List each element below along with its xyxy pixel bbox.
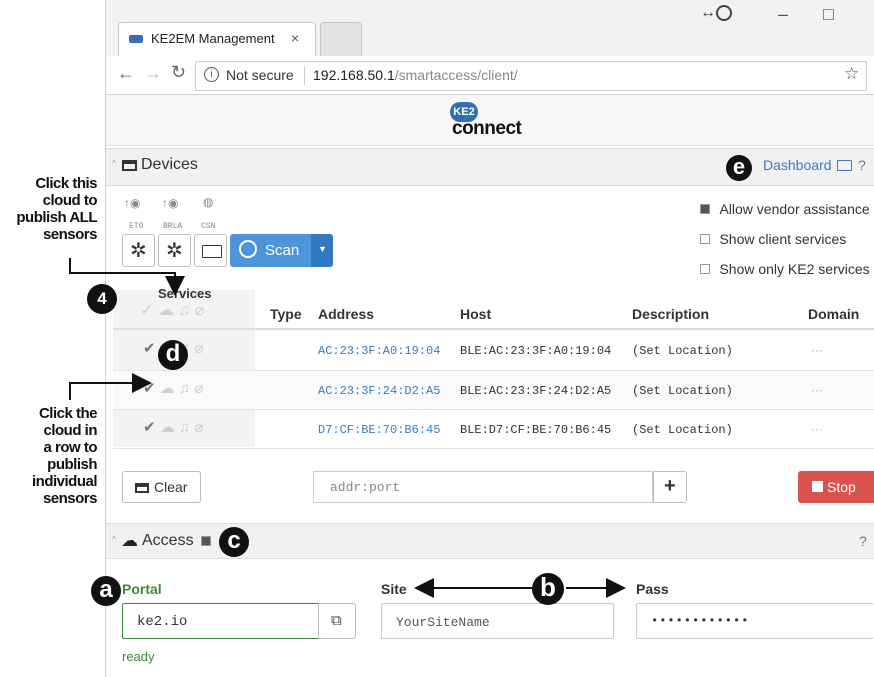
marker-4: 4 — [87, 284, 117, 314]
annotation-arrows — [69, 258, 626, 598]
marker-b: b — [532, 573, 564, 605]
annotation-publish-individual: Click the cloud in a row to publish indi… — [31, 405, 98, 507]
annotation-publish-all: Click this cloud to publish ALL sensors — [16, 175, 97, 243]
marker-d: d — [158, 340, 188, 370]
